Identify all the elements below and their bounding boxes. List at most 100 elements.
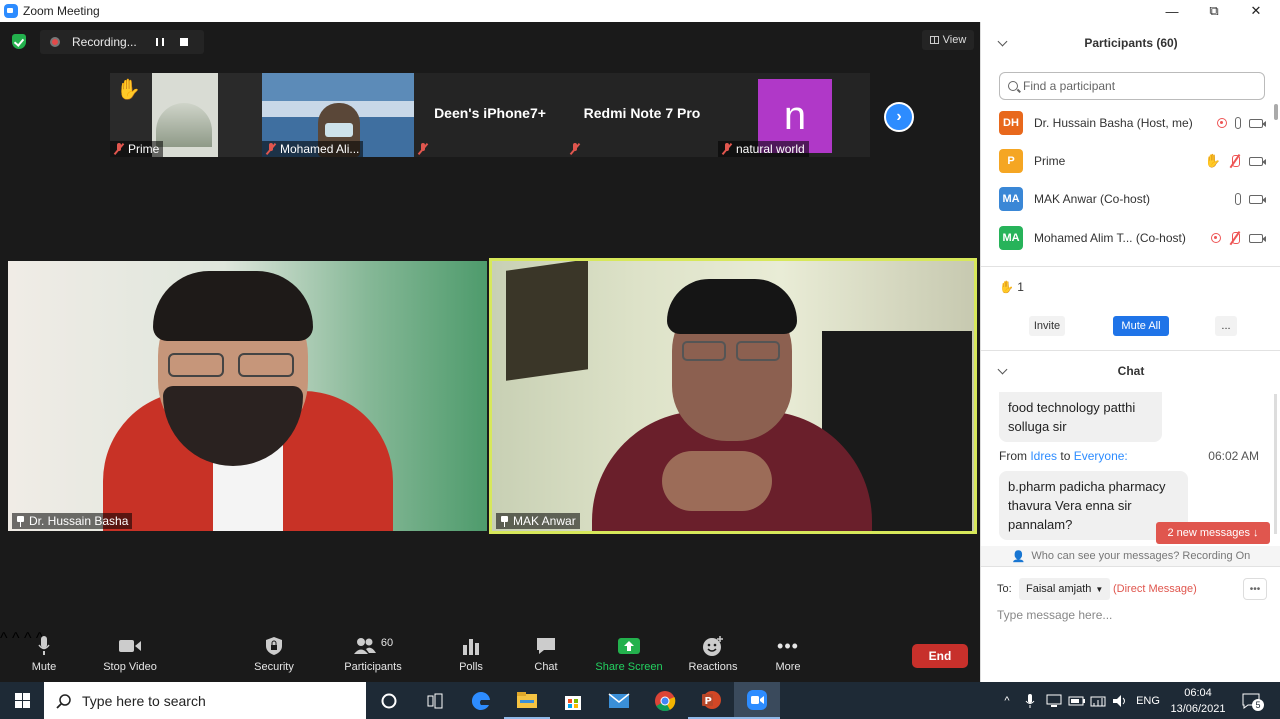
chat-more-button[interactable]: ••• — [1243, 578, 1267, 600]
taskbar-date: 13/06/2021 — [1170, 702, 1226, 715]
video-camera-icon — [119, 640, 141, 652]
taskbar-time: 06:04 — [1184, 686, 1212, 699]
thumbnail-name — [566, 141, 584, 157]
thumbnail-mohamed-ali[interactable]: Mohamed Ali... — [262, 73, 414, 157]
taskbar-search-box[interactable]: Type here to search — [44, 682, 366, 719]
avatar: MA — [999, 187, 1023, 211]
glasses-right — [238, 353, 294, 377]
chat-bubble-icon — [537, 638, 555, 654]
polls-button[interactable]: Polls — [452, 634, 490, 673]
chat-timestamp: 06:02 AM — [1208, 449, 1259, 463]
person-hair — [667, 279, 797, 334]
chat-scrollbar[interactable] — [1274, 394, 1277, 534]
polls-icon — [463, 639, 479, 655]
search-icon — [1008, 81, 1018, 91]
participants-icon — [353, 638, 376, 654]
participants-button[interactable]: 60 Participants — [342, 634, 404, 673]
to-label: To: — [997, 583, 1012, 595]
chat-visibility-notice[interactable]: 👤 Who can see your messages? Recording O… — [981, 546, 1280, 566]
raised-hand-icon: ✋ — [1204, 153, 1221, 168]
avatar: P — [999, 149, 1023, 173]
participant-search-placeholder: Find a participant — [1023, 79, 1116, 93]
start-button[interactable] — [0, 682, 44, 719]
reactions-button[interactable]: Reactions — [686, 634, 740, 673]
windows-logo-icon — [14, 693, 30, 708]
taskbar-clock[interactable]: 06:04 13/06/2021 — [1168, 682, 1228, 719]
participant-name: Mohamed Alim T... (Co-host) — [1034, 231, 1186, 245]
chat-recipient-dropdown[interactable]: Faisal amjath ▼ — [1019, 578, 1111, 600]
chat-sender: Idres — [1030, 449, 1058, 463]
task-view-icon[interactable] — [412, 682, 458, 719]
participant-row-host[interactable]: DH Dr. Hussain Basha (Host, me) — [999, 111, 1269, 135]
thumbnail-deens-iphone[interactable]: Deen's iPhone7+ — [414, 73, 566, 157]
more-button[interactable]: ••• More — [770, 634, 806, 674]
security-shield-icon — [266, 637, 282, 655]
chat-button[interactable]: Chat — [526, 634, 566, 673]
minimize-button[interactable]: — — [1152, 0, 1192, 22]
thumbnail-prime[interactable]: ✋ Prime — [110, 73, 262, 157]
input-language[interactable]: ENG — [1134, 682, 1162, 719]
participants-more-button[interactable]: ... — [1215, 316, 1237, 336]
show-hidden-icons-caret[interactable]: ^ — [998, 682, 1016, 719]
stop-recording-icon[interactable] — [180, 38, 188, 46]
raised-hands-count: ✋ 1 — [999, 280, 1024, 294]
share-screen-button[interactable]: Share Screen — [594, 634, 664, 673]
video-tile-mak-anwar[interactable]: MAK Anwar — [489, 258, 977, 534]
participant-row-prime[interactable]: P Prime ✋ — [999, 149, 1269, 173]
thumbnail-natural-world[interactable]: n natural world — [718, 73, 870, 157]
participant-row-mak-anwar[interactable]: MA MAK Anwar (Co-host) — [999, 187, 1269, 211]
zoom-app-icon — [4, 4, 18, 18]
zoom-taskbar-icon[interactable] — [734, 682, 780, 719]
muted-mic-icon — [266, 143, 276, 155]
raised-hand-icon: ✋ — [116, 79, 141, 101]
edge-browser-icon[interactable] — [458, 682, 504, 719]
invite-button[interactable]: Invite — [1029, 316, 1065, 336]
microphone-tray-icon[interactable] — [1020, 682, 1040, 719]
powerpoint-icon[interactable]: P — [688, 682, 734, 719]
chat-title: Chat — [1117, 364, 1145, 378]
mute-all-button[interactable]: Mute All — [1113, 316, 1169, 336]
security-button[interactable]: Security — [250, 634, 298, 673]
stop-video-button[interactable]: Stop Video — [100, 634, 160, 673]
wifi-tray-icon[interactable] — [1088, 682, 1108, 719]
mute-button[interactable]: Mute — [22, 634, 66, 673]
battery-tray-icon[interactable] — [1066, 682, 1088, 719]
network-tray-icon[interactable] — [1044, 682, 1064, 719]
end-meeting-button[interactable]: End — [912, 644, 968, 668]
new-messages-button[interactable]: 2 new messages ↓ — [1156, 522, 1270, 544]
divider — [981, 566, 1280, 567]
notification-count-badge: 5 — [1252, 699, 1264, 711]
participant-search-input[interactable]: Find a participant — [999, 72, 1265, 100]
chat-message-input[interactable]: Type message here... — [997, 608, 1267, 622]
mail-icon[interactable] — [596, 682, 642, 719]
video-tile-hussain[interactable]: Dr. Hussain Basha — [8, 261, 487, 531]
file-explorer-icon[interactable] — [504, 682, 550, 719]
muted-microphone-icon — [1229, 232, 1241, 244]
camera-icon — [1249, 118, 1266, 128]
camera-icon — [1249, 156, 1266, 166]
encryption-shield-icon[interactable] — [12, 34, 26, 49]
cortana-icon[interactable] — [366, 682, 412, 719]
pause-recording-icon[interactable] — [156, 38, 164, 46]
participants-scrollbar[interactable] — [1274, 104, 1278, 120]
chrome-icon[interactable] — [642, 682, 688, 719]
close-button[interactable]: ✕ — [1236, 0, 1276, 22]
notifications-button[interactable]: 5 — [1236, 682, 1266, 719]
avatar: DH — [999, 111, 1023, 135]
next-page-arrow-icon[interactable]: › — [884, 102, 914, 132]
thumbnail-name — [414, 141, 432, 157]
maximize-button[interactable]: ⧉ — [1194, 0, 1234, 22]
camera-icon — [1249, 194, 1266, 204]
participants-count: 60 — [380, 637, 394, 649]
person-hair — [153, 271, 313, 341]
mute-options-caret[interactable]: ^ — [0, 630, 8, 647]
chat-recipient: Everyone: — [1073, 449, 1128, 463]
participant-row-mohamed-alim[interactable]: MA Mohamed Alim T... (Co-host) — [999, 226, 1269, 250]
recording-dot-icon — [50, 37, 60, 47]
view-button[interactable]: View — [922, 30, 974, 50]
store-icon[interactable] — [550, 682, 596, 719]
microphone-icon — [38, 636, 50, 655]
volume-tray-icon[interactable] — [1110, 682, 1130, 719]
thumbnail-redmi-note[interactable]: Redmi Note 7 Pro — [566, 73, 718, 157]
video-options-caret[interactable]: ^ — [12, 630, 20, 647]
